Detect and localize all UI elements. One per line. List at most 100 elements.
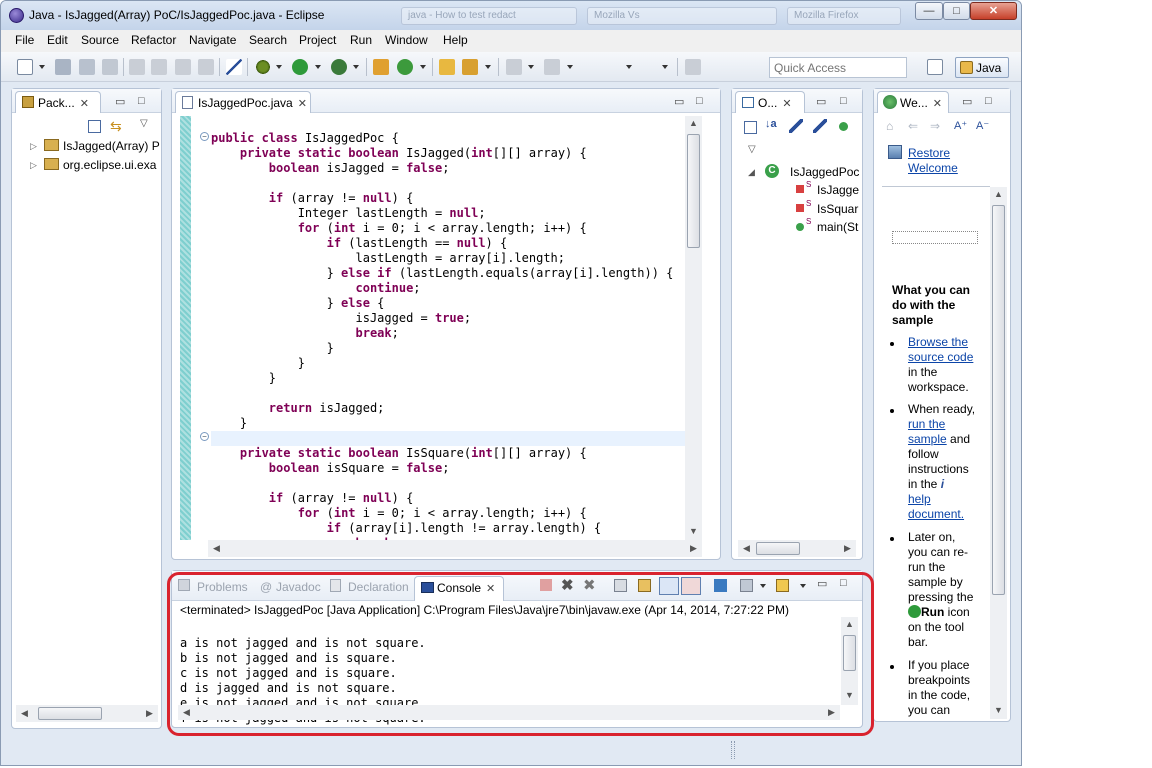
skip-breakpoints-icon[interactable] [226,59,242,75]
scroll-thumb[interactable] [756,542,800,555]
outline-class[interactable]: IsJaggedPoc [790,165,859,179]
pencil-icon[interactable] [151,59,167,75]
expand-icon[interactable]: ▷ [30,160,37,171]
outline-horizontal-scrollbar[interactable]: ◀ ▶ [738,540,856,557]
open-perspective-icon[interactable] [927,59,943,75]
fold-icon[interactable]: − [200,432,209,441]
new-java-class-icon[interactable] [397,59,413,75]
editor-vertical-scrollbar[interactable]: ▲ ▼ [685,116,702,540]
hide-non-public-icon[interactable] [839,122,848,131]
view-menu-icon[interactable]: ▽ [748,144,756,155]
run-dropdown-icon[interactable] [315,65,321,69]
tab-outline[interactable]: O... ✕ [735,91,805,113]
hide-static-icon[interactable] [813,119,827,133]
tree-item-project[interactable]: org.eclipse.ui.exa [63,158,156,172]
minimize-view-icon[interactable]: ▭ [962,95,972,108]
menu-refactor[interactable]: Refactor [131,33,176,47]
menu-project[interactable]: Project [299,33,336,47]
restore-welcome-link[interactable]: Restore Welcome [908,146,958,176]
sort-icon[interactable]: ↓a [765,118,777,130]
close-button[interactable]: ✕ [970,2,1017,20]
link-with-editor-icon[interactable]: ⇆ [110,118,122,135]
open-type-icon[interactable] [439,59,455,75]
editor-horizontal-scrollbar[interactable]: ◀ ▶ [208,540,702,557]
pin-editor-icon[interactable] [685,59,701,75]
new-java-project-icon[interactable] [373,59,389,75]
minimize-view-icon[interactable]: ▭ [115,95,125,108]
show-whitespace-icon[interactable] [198,59,214,75]
menu-edit[interactable]: Edit [47,33,68,47]
view-menu-icon[interactable]: ▽ [140,118,148,129]
zoom-in-icon[interactable]: A⁺ [954,119,967,132]
tab-package-explorer[interactable]: Pack... ✕ [15,91,101,113]
collapse-icon[interactable]: ◢ [748,167,755,178]
fold-icon[interactable]: − [200,132,209,141]
zoom-out-icon[interactable]: A⁻ [976,119,989,132]
close-tab-icon[interactable]: ✕ [782,98,791,110]
scroll-thumb[interactable] [38,707,102,720]
maximize-view-icon[interactable]: □ [840,95,847,107]
tab-isjaggedpoc-java[interactable]: IsJaggedPoc.java ✕ [175,91,311,113]
expand-icon[interactable]: ▷ [30,141,37,152]
search-icon[interactable] [462,59,478,75]
print-icon[interactable] [102,59,118,75]
minimize-view-icon[interactable]: ▭ [816,95,826,108]
horizontal-scrollbar[interactable]: ◀ ▶ [16,705,158,722]
search-dropdown-icon[interactable] [485,65,491,69]
scroll-thumb[interactable] [687,134,700,248]
menu-run[interactable]: Run [350,33,372,47]
save-icon[interactable] [55,59,71,75]
menu-help[interactable]: Help [443,33,468,47]
external-tools-dropdown-icon[interactable] [353,65,359,69]
run-icon[interactable] [292,59,308,75]
previous-annotation-icon[interactable] [544,59,560,75]
menu-search[interactable]: Search [249,33,287,47]
menu-source[interactable]: Source [81,33,119,47]
maximize-view-icon[interactable]: □ [138,95,145,107]
next-annotation-dropdown-icon[interactable] [528,65,534,69]
code-editor[interactable]: public class IsJaggedPoc { private stati… [211,116,685,581]
previous-annotation-dropdown-icon[interactable] [567,65,573,69]
back-icon[interactable]: ⇐ [908,119,918,133]
menu-file[interactable]: File [15,33,34,47]
forward-icon[interactable]: ⇒ [930,119,940,133]
code-line: } [211,341,334,355]
tab-welcome[interactable]: We... ✕ [877,91,949,113]
code-line: if (array != null) { [268,191,414,205]
hide-fields-icon[interactable] [789,119,803,133]
welcome-vertical-scrollbar[interactable]: ▲ ▼ [990,187,1007,719]
quick-access-input[interactable] [769,57,907,78]
maximize-view-icon[interactable]: □ [985,95,992,107]
tree-item-project[interactable]: IsJagged(Array) P [63,139,160,153]
save-all-icon[interactable] [79,59,95,75]
close-tab-icon[interactable]: ✕ [80,98,89,110]
new-dropdown-icon[interactable] [39,65,45,69]
next-annotation-icon[interactable] [506,59,522,75]
block-selection-icon[interactable] [175,59,191,75]
minimize-view-icon[interactable]: ▭ [674,95,684,108]
outline-member[interactable]: main(St [817,220,858,234]
scroll-thumb[interactable] [992,205,1005,595]
menu-navigate[interactable]: Navigate [189,33,236,47]
collapse-all-icon[interactable] [744,121,757,134]
close-tab-icon[interactable]: ✕ [933,98,942,110]
outline-member[interactable]: IsJagge [817,183,859,197]
code-line: } [211,371,277,385]
java-perspective-button[interactable]: Java [955,57,1009,78]
new-icon[interactable] [17,59,33,75]
minimize-button[interactable]: — [915,2,943,20]
debug-icon[interactable] [255,59,271,75]
close-tab-icon[interactable]: ✕ [298,98,307,110]
toggle-mark-icon[interactable] [129,59,145,75]
home-icon[interactable]: ⌂ [886,119,893,133]
maximize-button[interactable]: □ [943,2,970,20]
back-dropdown-icon[interactable] [626,65,632,69]
forward-dropdown-icon[interactable] [662,65,668,69]
maximize-view-icon[interactable]: □ [696,95,703,107]
external-tools-icon[interactable] [331,59,347,75]
debug-dropdown-icon[interactable] [276,65,282,69]
menu-window[interactable]: Window [385,33,428,47]
outline-member[interactable]: IsSquar [817,202,858,216]
collapse-all-icon[interactable] [88,120,101,133]
new-class-dropdown-icon[interactable] [420,65,426,69]
